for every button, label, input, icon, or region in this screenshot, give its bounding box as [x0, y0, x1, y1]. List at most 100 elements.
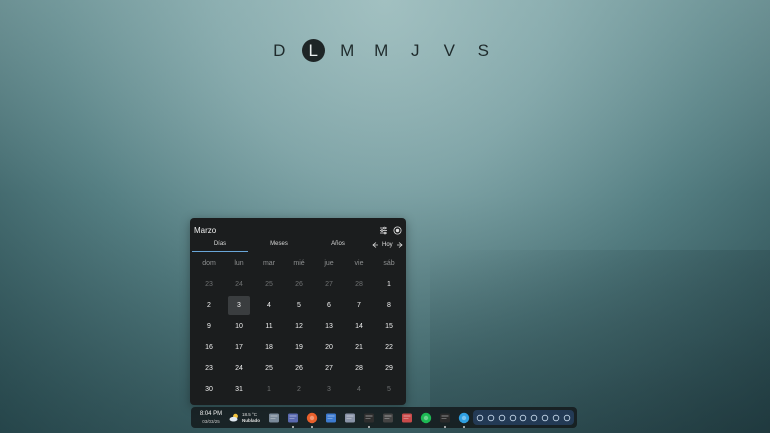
wallpaper-shore: [430, 250, 770, 433]
record-icon[interactable]: [509, 414, 517, 422]
target-icon[interactable]: [393, 226, 402, 235]
taskbar-apps: [264, 412, 473, 428]
calendar-day[interactable]: 12: [284, 316, 314, 337]
calendar-day[interactable]: 16: [194, 337, 224, 358]
calendar-day[interactable]: 14: [344, 316, 374, 337]
calendar-day[interactable]: 22: [374, 337, 404, 358]
calendar-day[interactable]: 1: [374, 274, 404, 295]
arrow-left-icon[interactable]: [370, 241, 379, 250]
cloudy-sun-icon: [229, 409, 240, 427]
calendar-day[interactable]: 25: [254, 274, 284, 295]
day-header: dom: [202, 260, 216, 267]
calendar-day[interactable]: 18: [254, 337, 284, 358]
calendar-day[interactable]: 25: [254, 358, 284, 379]
calendar-day[interactable]: 17: [224, 337, 254, 358]
tab-days[interactable]: Días: [190, 238, 250, 252]
calendar-day[interactable]: 29: [374, 358, 404, 379]
day-header: jue: [324, 260, 334, 267]
spotify-icon[interactable]: [420, 412, 432, 424]
calendar-day[interactable]: 21: [344, 337, 374, 358]
calendar-day[interactable]: 1: [254, 379, 284, 400]
calendar-day[interactable]: 19: [284, 337, 314, 358]
calendar-header: Marzo: [194, 223, 402, 237]
system-tray: [473, 410, 574, 425]
taskbar-clock[interactable]: 8:04 PM 03/03/25: [195, 411, 227, 425]
day-header: sáb: [383, 260, 395, 267]
image-viewer-icon[interactable]: [344, 412, 356, 424]
calendar-day[interactable]: 26: [284, 274, 314, 295]
calendar-day[interactable]: 6: [314, 295, 344, 316]
app-launcher-icon[interactable]: [268, 412, 280, 424]
sliders-icon[interactable]: [379, 226, 388, 235]
tab-years[interactable]: Años: [308, 238, 368, 252]
web-browser-icon[interactable]: [458, 412, 470, 428]
calendar-day[interactable]: 28: [344, 274, 374, 295]
arrow-right-icon[interactable]: [396, 241, 405, 250]
wifi-icon[interactable]: [541, 414, 549, 422]
day-header: lun: [234, 260, 244, 267]
calendar-day[interactable]: 24: [224, 358, 254, 379]
calendar-day[interactable]: 30: [194, 379, 224, 400]
calendar-day[interactable]: 7: [344, 295, 374, 316]
calendar-day[interactable]: 31: [224, 379, 254, 400]
clock-icon[interactable]: [530, 414, 538, 422]
weekday-1[interactable]: L: [302, 39, 325, 62]
day-header: mié: [293, 260, 305, 267]
calendar-day[interactable]: 2: [284, 379, 314, 400]
calendar-day[interactable]: 13: [314, 316, 344, 337]
weekday-4[interactable]: J: [404, 39, 427, 62]
taskbar: 8:04 PM 03/03/25 18.5 °C Nublado: [191, 407, 577, 428]
calculator-icon[interactable]: [382, 412, 394, 424]
calendar-day[interactable]: 23: [194, 274, 224, 295]
weekday-3[interactable]: M: [370, 39, 393, 62]
calendar-day[interactable]: 8: [374, 295, 404, 316]
weekday-strip: DLMMJVS: [268, 39, 495, 62]
weekday-5[interactable]: V: [438, 39, 461, 62]
calendar-day[interactable]: 3: [314, 379, 344, 400]
calendar-day[interactable]: 10: [224, 316, 254, 337]
calendar-day[interactable]: 4: [344, 379, 374, 400]
calendar-day[interactable]: 27: [314, 358, 344, 379]
calendar-day[interactable]: 9: [194, 316, 224, 337]
calendar-day[interactable]: 2: [194, 295, 224, 316]
link-icon[interactable]: [498, 414, 506, 422]
calendar-day-today[interactable]: 3: [228, 296, 250, 315]
calendar-day[interactable]: 23: [194, 358, 224, 379]
calendar-day[interactable]: 4: [254, 295, 284, 316]
weekday-6[interactable]: S: [472, 39, 495, 62]
document-viewer-icon[interactable]: [401, 412, 413, 424]
calendar-day-grid: dom lun mar mié jue vie sáb 23 24 25 26 27 28 1 2 3 4 5 6 7…: [191, 253, 408, 400]
today-button[interactable]: Hoy: [382, 242, 393, 248]
tab-months[interactable]: Meses: [250, 238, 308, 252]
file-manager-icon[interactable]: [325, 412, 337, 424]
calendar-day[interactable]: 11: [254, 316, 284, 337]
bluetooth-icon[interactable]: [552, 414, 560, 422]
weekday-2[interactable]: M: [336, 39, 359, 62]
calendar-day[interactable]: 24: [224, 274, 254, 295]
brightness-icon[interactable]: [519, 414, 527, 422]
clock-time: 8:04 PM: [199, 410, 223, 417]
calendar-tabs: Días Meses Años Hoy: [190, 238, 406, 252]
calendar-day[interactable]: 20: [314, 337, 344, 358]
firefox-icon[interactable]: [306, 412, 318, 428]
calendar-day[interactable]: 27: [314, 274, 344, 295]
files-app-icon[interactable]: [287, 412, 299, 428]
notification-icon[interactable]: [476, 414, 484, 422]
terminal-icon[interactable]: [363, 412, 375, 428]
weather-condition: Nublado: [242, 417, 260, 423]
clock-date: 03/03/25: [202, 418, 220, 424]
calendar-day[interactable]: 5: [284, 295, 314, 316]
calendar-month-title: Marzo: [194, 225, 217, 235]
calendar-day[interactable]: 5: [374, 379, 404, 400]
media-icon[interactable]: [487, 414, 495, 422]
weekday-0[interactable]: D: [268, 39, 291, 62]
package-icon[interactable]: [439, 412, 451, 428]
weather-widget[interactable]: 18.5 °C Nublado: [229, 409, 263, 427]
calendar-navigation: Hoy: [370, 238, 405, 252]
settings-icon[interactable]: [563, 414, 571, 422]
day-header: vie: [354, 260, 364, 267]
calendar-day[interactable]: 26: [284, 358, 314, 379]
calendar-day[interactable]: 28: [344, 358, 374, 379]
calendar-popup: Marzo Días Meses Años Hoy dom lun mar mié ju…: [190, 218, 406, 405]
calendar-day[interactable]: 15: [374, 316, 404, 337]
